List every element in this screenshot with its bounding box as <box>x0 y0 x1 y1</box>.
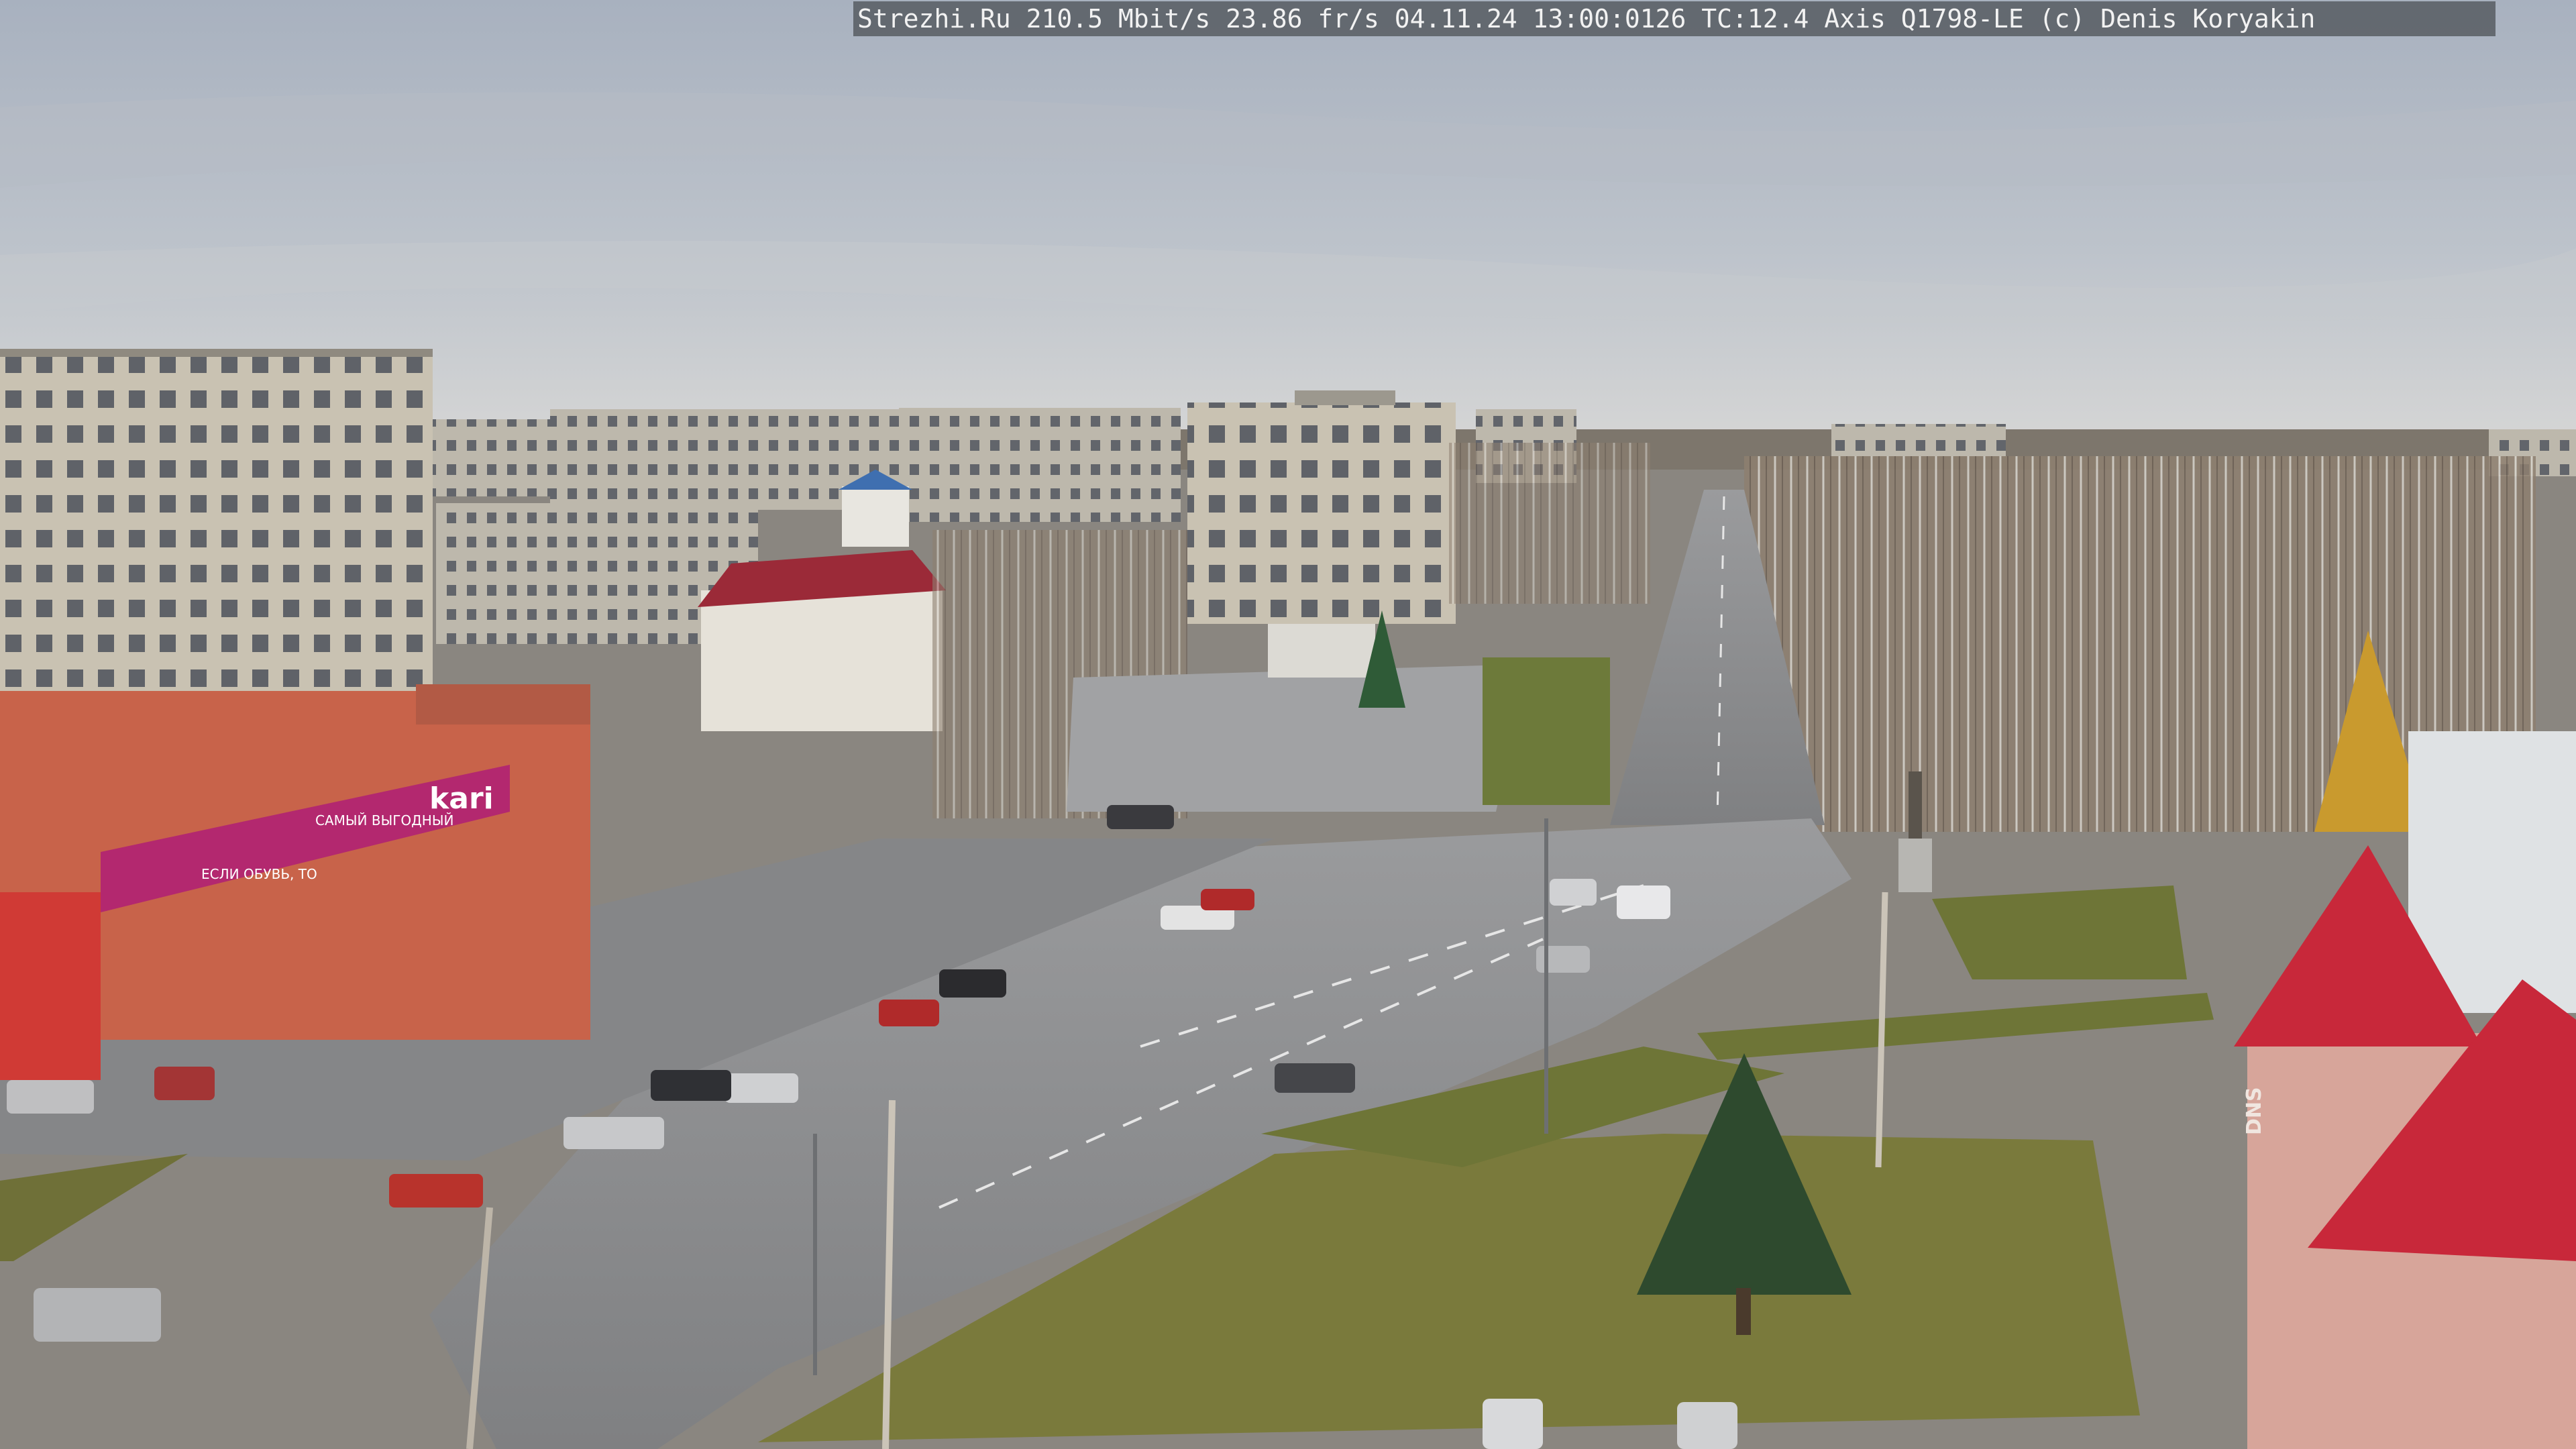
car <box>154 1067 215 1100</box>
car <box>1275 1063 1355 1093</box>
central-tower-roof <box>1295 390 1395 405</box>
car <box>724 1073 798 1103</box>
car <box>389 1174 483 1208</box>
city-street-scene: kari САМЫЙ ВЫГОДНЫЙ ЕСЛИ ОБУВЬ, ТО DNS <box>0 0 2576 1449</box>
green-median <box>1483 657 1610 805</box>
store-roof <box>416 684 590 724</box>
car <box>34 1288 161 1342</box>
apartment-block-distant <box>1831 424 2006 456</box>
kari-slogan: САМЫЙ ВЫГОДНЫЙ <box>315 812 453 828</box>
hotel-building <box>701 590 943 731</box>
dns-logo: DNS <box>2243 1087 2266 1135</box>
monument-statue <box>1909 771 1922 839</box>
monument-pedestal <box>1898 839 1932 892</box>
car <box>939 969 1006 998</box>
car <box>1617 885 1670 919</box>
lawn-strip <box>1932 885 2187 979</box>
kari-banner: ЕСЛИ ОБУВЬ, ТО <box>201 866 317 882</box>
camera-status-text: Strezhi.Ru 210.5 Mbit/s 23.86 fr/s 04.11… <box>857 4 2316 34</box>
birch-grove-avenue <box>1449 443 1650 604</box>
car <box>1550 879 1597 906</box>
camera-status-overlay: Strezhi.Ru 210.5 Mbit/s 23.86 fr/s 04.11… <box>853 1 2496 36</box>
car <box>1201 889 1254 910</box>
apartment-roof-edge <box>0 349 433 357</box>
car <box>1677 1402 1737 1449</box>
central-tower <box>1187 402 1456 624</box>
apartment-block-distant <box>899 408 1181 522</box>
red-corner-building <box>0 892 101 1080</box>
car <box>879 1000 939 1026</box>
town-square <box>1067 664 1529 812</box>
car <box>651 1070 731 1101</box>
webcam-frame: kari САМЫЙ ВЫГОДНЫЙ ЕСЛИ ОБУВЬ, ТО DNS S… <box>0 0 2576 1449</box>
car <box>564 1117 664 1149</box>
car <box>1483 1399 1543 1449</box>
kari-logo: kari <box>429 782 494 816</box>
car <box>7 1080 94 1114</box>
blue-roof-tower <box>842 486 909 547</box>
car <box>1107 805 1174 829</box>
square-building <box>1268 624 1375 678</box>
pine-trunk <box>1736 1288 1751 1335</box>
